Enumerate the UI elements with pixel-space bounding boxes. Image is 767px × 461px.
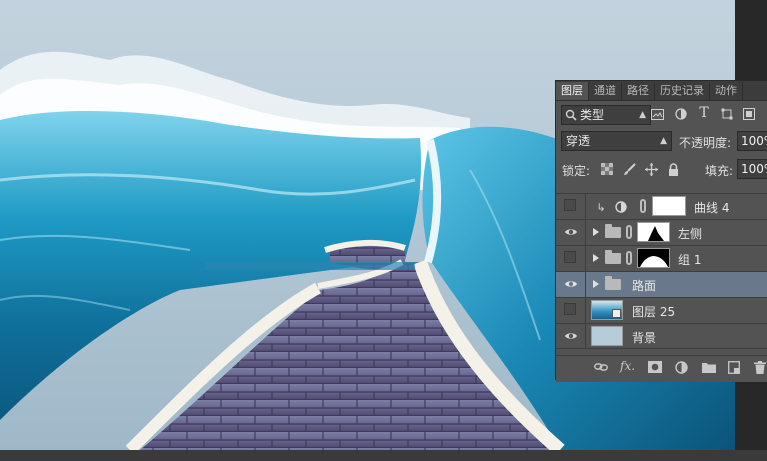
blend-mode-dropdown[interactable]: 穿透 ▲︎ (561, 131, 672, 151)
mask-link-icon[interactable] (640, 199, 646, 213)
tab-actions[interactable]: 动作 (710, 82, 743, 100)
layer-name[interactable]: 组 1 (678, 251, 701, 268)
row-divider (585, 220, 586, 245)
fx-styles-icon[interactable]: fx. (620, 359, 635, 373)
layer-row-layer-25[interactable]: 图层 25 (556, 297, 767, 323)
visibility-toggle-off[interactable] (564, 303, 576, 315)
lock-transparent-icon[interactable] (600, 162, 614, 176)
shape-filter-icon[interactable] (720, 107, 734, 121)
blend-row: 穿透 ▲︎ 不透明度: 100% (556, 127, 767, 153)
expand-group-triangle-icon[interactable] (593, 280, 599, 288)
layer-mask-thumbnail[interactable] (637, 248, 670, 268)
adjustment-filter-icon[interactable] (674, 107, 688, 121)
eye-icon[interactable] (564, 225, 578, 239)
visibility-toggle-off[interactable] (564, 251, 576, 263)
filter-kind-dropdown[interactable]: 类型 ▲︎ (561, 105, 651, 125)
smart-object-filter-icon[interactable] (742, 107, 756, 121)
layer-row-background[interactable]: 背景 (556, 323, 767, 349)
layer-thumbnail[interactable] (591, 300, 623, 320)
folder-icon (605, 224, 621, 238)
link-layers-icon[interactable] (594, 361, 608, 376)
layers-list: ↳ 曲线 4 左侧 组 1 路面 图层 25 背景 (556, 193, 767, 355)
clip-arrow-icon: ↳ (596, 200, 606, 214)
eye-icon[interactable] (564, 329, 578, 343)
row-divider (585, 298, 586, 323)
tab-paths[interactable]: 路径 (622, 82, 655, 100)
layer-mask-thumbnail[interactable] (637, 222, 670, 242)
row-divider (585, 324, 586, 349)
eye-icon[interactable] (564, 277, 578, 291)
smart-object-badge-icon (612, 309, 621, 318)
filter-row: 类型 ▲︎ T (556, 101, 767, 127)
row-divider (585, 246, 586, 271)
layer-row-road[interactable]: 路面 (556, 271, 767, 297)
new-group-folder-icon[interactable] (702, 361, 716, 376)
add-mask-icon[interactable] (648, 361, 662, 376)
panel-tabs: 图层 通道 路径 历史记录 动作 (556, 81, 767, 101)
lock-pixels-brush-icon[interactable] (622, 162, 636, 176)
curves-adjustment-icon (614, 200, 628, 214)
updown-arrow-icon: ▲︎ (639, 110, 646, 120)
opacity-label: 不透明度: (679, 136, 732, 150)
lock-row: 锁定: 填充: 100% (556, 153, 767, 183)
mask-link-icon[interactable] (626, 225, 632, 239)
new-layer-icon[interactable] (728, 361, 740, 377)
layer-name[interactable]: 曲线 4 (694, 199, 729, 216)
fill-input[interactable]: 100% (737, 159, 767, 179)
lock-position-move-icon[interactable] (644, 162, 658, 176)
panel-footer: fx. (556, 355, 767, 382)
lock-label: 锁定: (562, 164, 591, 178)
mask-link-icon[interactable] (626, 251, 632, 265)
tab-channels[interactable]: 通道 (589, 82, 622, 100)
status-bar (0, 450, 767, 461)
layer-name[interactable]: 路面 (632, 277, 656, 294)
layer-row-group-1[interactable]: 组 1 (556, 245, 767, 271)
expand-group-triangle-icon[interactable] (593, 228, 599, 236)
tab-history[interactable]: 历史记录 (655, 82, 710, 100)
folder-icon (605, 250, 621, 264)
layer-row-curves[interactable]: ↳ 曲线 4 (556, 193, 767, 219)
layer-row-left-side[interactable]: 左侧 (556, 219, 767, 245)
row-divider (585, 272, 586, 297)
search-icon (564, 108, 578, 122)
visibility-toggle-off[interactable] (564, 199, 576, 211)
tab-layers[interactable]: 图层 (556, 82, 589, 100)
folder-icon (605, 276, 621, 290)
layer-name[interactable]: 图层 25 (632, 303, 675, 320)
new-adjustment-icon[interactable] (675, 361, 688, 377)
pixel-filter-icon[interactable] (650, 107, 664, 121)
updown-arrow-icon: ▲︎ (660, 136, 667, 146)
type-filter-icon[interactable]: T (697, 105, 711, 121)
trash-icon[interactable] (754, 361, 766, 377)
filter-kind-value: 类型 (580, 108, 605, 122)
layer-thumbnail[interactable] (591, 326, 623, 346)
opacity-input[interactable]: 100% (737, 131, 767, 151)
blend-mode-value: 穿透 (566, 134, 591, 148)
layer-name[interactable]: 左侧 (678, 225, 702, 242)
layer-mask-thumbnail[interactable] (652, 196, 686, 216)
layers-panel: 图层 通道 路径 历史记录 动作 类型 ▲︎ T 穿透 ▲︎ 不透明度: 100… (555, 80, 767, 382)
layer-name[interactable]: 背景 (632, 329, 656, 346)
expand-group-triangle-icon[interactable] (593, 254, 599, 262)
fill-label: 填充: (705, 164, 734, 178)
row-divider (585, 194, 586, 219)
lock-all-icon[interactable] (666, 162, 680, 176)
